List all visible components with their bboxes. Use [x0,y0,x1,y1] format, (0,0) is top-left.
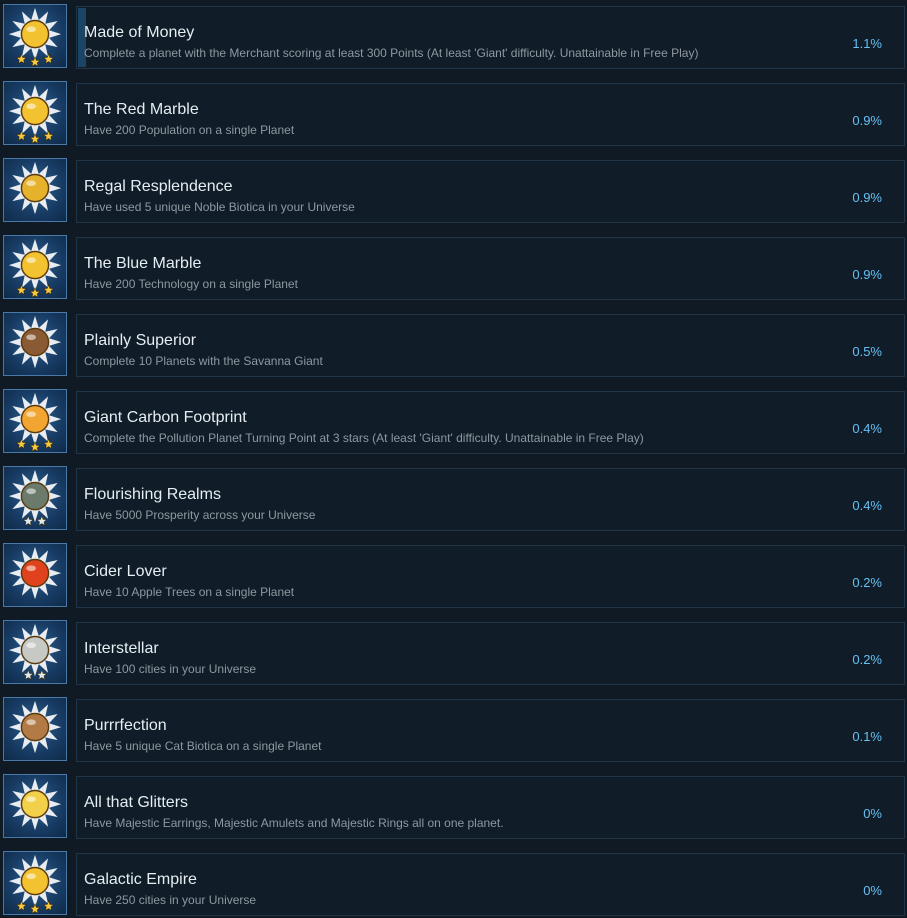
star-icon [29,56,41,67]
silver-city-icon [3,620,67,684]
star-icon [15,284,28,296]
achievement-panel: The Blue Marble Have 200 Technology on a … [76,237,905,300]
achievement-description: Have used 5 unique Noble Biotica in your… [84,200,355,214]
achievement-description: Have 5 unique Cat Biotica on a single Pl… [84,739,322,753]
achievement-title: Flourishing Realms [84,486,221,503]
achievement-panel: Made of Money Complete a planet with the … [76,6,905,69]
achievement-panel: Purrrfection Have 5 unique Cat Biotica on… [76,699,905,762]
achievement-title: Cider Lover [84,563,167,580]
achievement-panel: Cider Lover Have 10 Apple Trees on a sing… [76,545,905,608]
unlock-percentage: 0.2% [852,575,882,590]
achievement-panel: Galactic Empire Have 250 cities in your U… [76,853,905,916]
achievement-title: All that Glitters [84,794,189,811]
gold-city-icon [3,851,67,915]
achievement-panel: The Red Marble Have 200 Population on a s… [76,83,905,146]
star-icon [29,903,41,914]
unlock-percentage: 0% [863,883,882,898]
achievement-title: The Blue Marble [84,255,202,272]
achievement-description: Have 200 Population on a single Planet [84,123,295,137]
unlock-percentage: 0.4% [852,421,882,436]
achievement-panel: Regal Resplendence Have used 5 unique Nob… [76,160,905,223]
achievement-description: Have Majestic Earrings, Majestic Amulets… [84,816,504,830]
achievement-description: Have 250 cities in your Universe [84,893,257,907]
achievement-row: The Red Marble Have 200 Population on a s… [0,80,907,146]
star-icon [42,438,55,450]
unlock-percentage: 0.9% [852,190,882,205]
gold-population-icon [3,81,67,145]
star-icon [42,53,55,65]
gold-merchant-icon [3,4,67,68]
gold-ring-gem-icon [3,774,67,838]
achievement-description: Have 10 Apple Trees on a single Planet [84,585,295,599]
achievement-row: Made of Money Complete a planet with the … [0,3,907,69]
unlock-percentage: 0.4% [852,498,882,513]
achievement-title: Plainly Superior [84,332,197,349]
achievement-row: Purrrfection Have 5 unique Cat Biotica on… [0,696,907,762]
achievement-title: Interstellar [84,640,159,657]
achievement-description: Complete the Pollution Planet Turning Po… [84,431,644,445]
star-icon [15,438,28,450]
achievement-panel: All that Glitters Have Majestic Earrings,… [76,776,905,839]
star-icon [29,287,41,298]
unlock-percentage: 0.9% [852,267,882,282]
achievement-description: Complete 10 Planets with the Savanna Gia… [84,354,323,368]
achievement-description: Complete a planet with the Merchant scor… [84,46,699,60]
star-icon [15,900,28,912]
star-icon [29,133,41,144]
achievement-title: Giant Carbon Footprint [84,409,247,426]
achievement-row: Plainly Superior Complete 10 Planets with… [0,311,907,377]
achievement-row: Galactic Empire Have 250 cities in your U… [0,850,907,916]
gold-pollution-icon [3,389,67,453]
achievement-row: Flourishing Realms Have 5000 Prosperity a… [0,465,907,531]
savanna-giant-icon [3,312,67,376]
star-icon [42,284,55,296]
achievement-title: Regal Resplendence [84,178,233,195]
realm-island-icon [3,466,67,530]
star-icon [22,669,35,681]
achievement-row: The Blue Marble Have 200 Technology on a … [0,234,907,300]
apple-icon [3,543,67,607]
cat-icon [3,697,67,761]
unlock-percentage: 0.1% [852,729,882,744]
achievement-description: Have 200 Technology on a single Planet [84,277,298,291]
achievement-list: Made of Money Complete a planet with the … [0,0,907,918]
achievement-panel: Interstellar Have 100 cities in your Univ… [76,622,905,685]
achievement-row: Cider Lover Have 10 Apple Trees on a sing… [0,542,907,608]
achievement-description: Have 100 cities in your Universe [84,662,257,676]
unlock-percentage: 0% [863,806,882,821]
achievement-row: Interstellar Have 100 cities in your Univ… [0,619,907,685]
star-icon [42,900,55,912]
achievement-row: All that Glitters Have Majestic Earrings,… [0,773,907,839]
unlock-percentage: 0.2% [852,652,882,667]
star-icon [42,130,55,142]
achievement-panel: Giant Carbon Footprint Complete the Pollu… [76,391,905,454]
star-icon [35,669,48,681]
gold-gear-icon [3,235,67,299]
unlock-percentage: 0.9% [852,113,882,128]
star-icon [15,53,28,65]
unlock-percentage: 1.1% [852,36,882,51]
achievement-title: Made of Money [84,24,195,41]
achievement-title: Galactic Empire [84,871,197,888]
gold-bar-gem-icon [3,158,67,222]
star-icon [29,441,41,452]
star-icon [15,130,28,142]
achievement-title: The Red Marble [84,101,199,118]
achievement-row: Giant Carbon Footprint Complete the Pollu… [0,388,907,454]
achievement-title: Purrrfection [84,717,167,734]
star-icon [22,515,35,527]
achievement-description: Have 5000 Prosperity across your Univers… [84,508,316,522]
achievement-row: Regal Resplendence Have used 5 unique Nob… [0,157,907,223]
star-icon [35,515,48,527]
achievement-panel: Plainly Superior Complete 10 Planets with… [76,314,905,377]
achievement-panel: Flourishing Realms Have 5000 Prosperity a… [76,468,905,531]
unlock-percentage: 0.5% [852,344,882,359]
